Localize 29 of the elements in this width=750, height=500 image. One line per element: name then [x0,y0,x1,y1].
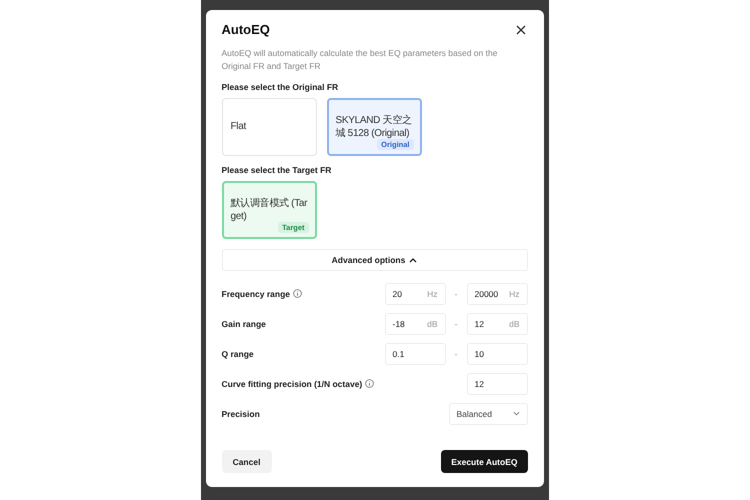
input-field[interactable]: 12 [466,372,528,394]
cancel-button[interactable]: Cancel [222,450,272,473]
section-heading: Please select the Original FR [222,82,340,92]
setting-label: Curve fitting precision (1/N octave) [222,378,362,388]
range-separator: - [454,348,458,358]
input-field[interactable]: 10 [466,342,528,364]
fr-option-card[interactable]: Flat [222,98,316,156]
input-field[interactable]: 20000 Hz [466,282,528,304]
input-field[interactable]: -18 dB [384,312,446,334]
input-field[interactable]: 12 dB [466,312,528,334]
info-icon[interactable] [365,379,374,388]
setting-label: Gain range [222,318,266,328]
info-icon[interactable] [293,289,302,298]
dialog-title: AutoEQ [222,22,270,37]
input-field[interactable]: 0.1 [384,342,446,364]
dialog-description: AutoEQ will automatically calculate the best EQ parameters based on the Original FR and Target FR [222,47,498,72]
setting-label: Q range [222,348,254,358]
chevron-down-icon [512,411,520,416]
caret-icon [409,256,418,262]
setting-label: Precision [222,408,260,418]
setting-label: Frequency range [222,288,290,298]
input-field[interactable]: 20 Hz [384,282,446,304]
range-separator: - [454,288,458,298]
close-icon[interactable] [514,22,528,36]
range-separator: - [454,318,458,328]
section-heading: Please select the Target FR [222,164,332,174]
execute-button[interactable]: Execute AutoEQ [441,450,528,473]
precision-dropdown[interactable]: Balanced [448,402,528,424]
advanced-options-toggle[interactable]: Advanced options [222,248,528,270]
